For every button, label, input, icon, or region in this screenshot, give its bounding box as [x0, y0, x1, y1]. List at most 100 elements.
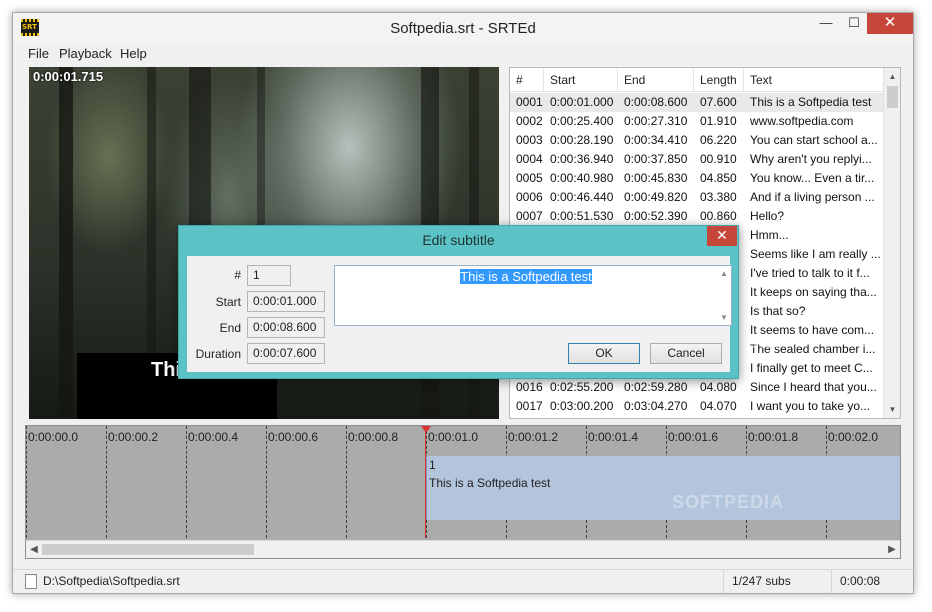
duration-field[interactable]: 0:00:07.600: [247, 343, 325, 364]
scroll-up-icon[interactable]: ▲: [884, 68, 900, 85]
num-field[interactable]: 1: [247, 265, 291, 286]
cell-num: 0006: [516, 190, 543, 204]
col-text-header[interactable]: Text: [744, 68, 884, 92]
scroll-thumb[interactable]: [887, 86, 898, 108]
table-row[interactable]: 0003 0:00:28.190 0:00:34.410 06.220 You can …: [510, 131, 884, 150]
col-end-header[interactable]: End: [618, 68, 694, 92]
cell-num: 0016: [516, 380, 543, 394]
cell-length: 04.070: [700, 399, 737, 413]
cell-start: 0:00:28.190: [550, 133, 614, 147]
table-row[interactable]: 0006 0:00:46.440 0:00:49.820 03.380 And if a…: [510, 188, 884, 207]
timeline-tick-label: 0:00:02.0: [828, 430, 879, 444]
col-num-header[interactable]: #: [510, 68, 544, 92]
table-row[interactable]: 0002 0:00:25.400 0:00:27.310 01.910 www.soft…: [510, 112, 884, 131]
minimize-button[interactable]: —: [813, 13, 839, 34]
cell-start: 0:00:51.530: [550, 209, 614, 223]
start-field[interactable]: 0:00:01.000: [247, 291, 325, 312]
cell-text: Is that so?: [750, 304, 806, 318]
timeline-tick-label: 0:00:00.4: [188, 430, 239, 444]
timeline-horizontal-scrollbar[interactable]: ◀ ▶: [26, 540, 900, 558]
cell-num: 0005: [516, 171, 543, 185]
col-length-header[interactable]: Length: [694, 68, 744, 92]
playhead-marker-icon[interactable]: [421, 426, 431, 433]
timeline-block-text: This is a Softpedia test: [429, 476, 551, 490]
timeline-block-number: 1: [429, 458, 436, 472]
menu-help[interactable]: Help: [120, 46, 147, 61]
scroll-left-icon[interactable]: ◀: [26, 541, 42, 558]
subtitle-text-area[interactable]: This is a Softpedia test ▲ ▼: [334, 265, 732, 326]
menu-playback[interactable]: Playback: [59, 46, 112, 61]
cell-num: 0003: [516, 133, 543, 147]
cell-end: 0:00:45.830: [624, 171, 688, 185]
status-sub-count: 1/247 subs: [723, 570, 831, 593]
cell-start: 0:00:36.940: [550, 152, 614, 166]
cell-start: 0:02:55.200: [550, 380, 614, 394]
table-vertical-scrollbar[interactable]: ▲ ▼: [883, 68, 900, 418]
cell-length: 01.910: [700, 114, 737, 128]
start-label: Start: [215, 295, 241, 309]
cell-text: I've tried to talk to it f...: [750, 266, 870, 280]
cell-length: 06.220: [700, 133, 737, 147]
cell-text: This is a Softpedia test: [750, 95, 872, 109]
duration-label: Duration: [195, 347, 241, 361]
table-row[interactable]: 0005 0:00:40.980 0:00:45.830 04.850 You know…: [510, 169, 884, 188]
maximize-button[interactable]: ☐: [841, 13, 867, 34]
timeline-tick-label: 0:00:01.8: [748, 430, 799, 444]
cell-num: 0004: [516, 152, 543, 166]
table-row[interactable]: 0007 0:00:51.530 0:00:52.390 00.860 Hello?: [510, 207, 884, 226]
cell-text: Hmm...: [750, 228, 789, 242]
cell-length: 00.860: [700, 209, 737, 223]
timeline-tick-label: 0:00:01.2: [508, 430, 559, 444]
timeline-subtitle-block[interactable]: 1 This is a Softpedia test: [426, 456, 900, 520]
scroll-down-icon[interactable]: ▼: [884, 401, 900, 418]
cell-end: 0:00:34.410: [624, 133, 688, 147]
table-row[interactable]: 0004 0:00:36.940 0:00:37.850 00.910 Why aren…: [510, 150, 884, 169]
cell-text: You know... Even a tir...: [750, 171, 875, 185]
table-row[interactable]: 0001 0:00:01.000 0:00:08.600 07.600 This is …: [510, 93, 884, 112]
end-label: End: [219, 321, 241, 335]
cell-text: www.softpedia.com: [750, 114, 854, 128]
cell-start: 0:00:40.980: [550, 171, 614, 185]
subtitle-text-selected: This is a Softpedia test: [460, 269, 592, 284]
dialog-close-button[interactable]: ✕: [707, 226, 737, 246]
status-time: 0:00:08: [831, 570, 891, 593]
cell-start: 0:03:00.200: [550, 399, 614, 413]
timeline-scroll-thumb[interactable]: [42, 544, 254, 555]
cell-end: 0:00:49.820: [624, 190, 688, 204]
timeline-tick-label: 0:00:00.0: [28, 430, 79, 444]
menu-bar: File Playback Help: [13, 43, 913, 65]
textarea-scroll-up-icon[interactable]: ▲: [719, 269, 729, 278]
timeline-tick-label: 0:00:00.8: [348, 430, 399, 444]
timeline-tick-label: 0:00:01.6: [668, 430, 719, 444]
cell-length: 04.080: [700, 380, 737, 394]
table-row[interactable]: 0017 0:03:00.200 0:03:04.270 04.070 I want y…: [510, 397, 884, 416]
cell-end: 0:00:27.310: [624, 114, 688, 128]
close-button[interactable]: ✕: [867, 13, 913, 34]
cell-start: 0:00:46.440: [550, 190, 614, 204]
cell-text: Hello?: [750, 209, 785, 223]
cancel-button[interactable]: Cancel: [650, 343, 722, 364]
cell-text: Why aren't you replyi...: [750, 152, 872, 166]
status-file-path: D:\Softpedia\Softpedia.srt: [43, 574, 180, 588]
cell-text: I want you to take yo...: [750, 399, 871, 413]
cell-num: 0001: [516, 95, 543, 109]
cell-end: 0:00:52.390: [624, 209, 688, 223]
textarea-scroll-down-icon[interactable]: ▼: [719, 313, 729, 322]
cell-text: Since I heard that you...: [750, 380, 877, 394]
timeline-tick-label: 0:00:01.4: [588, 430, 639, 444]
cell-end: 0:00:08.600: [624, 95, 688, 109]
title-bar: SRT Softpedia.srt - SRTEd — ☐ ✕: [13, 13, 913, 43]
timeline-tick-label: 0:00:00.6: [268, 430, 319, 444]
end-field[interactable]: 0:00:08.600: [247, 317, 325, 338]
video-time: 0:00:01.715: [33, 69, 104, 84]
window-title: Softpedia.srt - SRTEd: [390, 20, 536, 37]
cell-text: And if a living person ...: [750, 190, 875, 204]
menu-file[interactable]: File: [28, 46, 49, 61]
table-row[interactable]: 0016 0:02:55.200 0:02:59.280 04.080 Since I …: [510, 378, 884, 397]
scroll-right-icon[interactable]: ▶: [884, 541, 900, 558]
col-start-header[interactable]: Start: [544, 68, 618, 92]
cell-start: 0:00:01.000: [550, 95, 614, 109]
ok-button[interactable]: OK: [568, 343, 640, 364]
playhead[interactable]: [425, 426, 426, 538]
cell-text: I finally get to meet C...: [750, 361, 873, 375]
